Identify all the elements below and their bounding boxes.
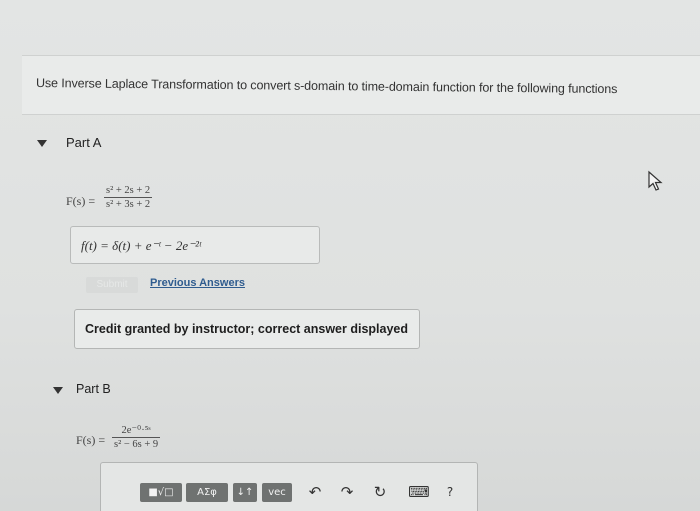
part-b-fraction: 2e⁻⁰·⁵ˢ s² − 6s + 9 [112, 424, 161, 450]
part-a-answer: f(t) = δ(t) + e⁻ᵗ − 2e⁻²ᵗ [81, 238, 202, 253]
greek-symbols-button[interactable]: ΑΣφ [186, 483, 228, 502]
templates-button[interactable]: ■√□ [140, 483, 182, 502]
redo-icon[interactable]: ↷ [338, 483, 356, 502]
instruction-text: Use Inverse Laplace Transformation to co… [35, 76, 618, 97]
part-b-denominator: s² − 6s + 9 [114, 439, 159, 450]
reset-icon[interactable]: ↻ [371, 483, 389, 502]
fraction-bar [112, 437, 161, 438]
part-a-toggle-icon[interactable] [37, 140, 47, 147]
part-b-toggle-icon[interactable] [53, 387, 63, 394]
fraction-bar [104, 197, 153, 198]
subscript-superscript-button[interactable]: ↓↑ [233, 483, 257, 502]
vector-button[interactable]: vec [262, 483, 292, 502]
part-a-denominator: s² + 3s + 2 [106, 199, 151, 210]
keyboard-icon[interactable]: ⌨ [405, 483, 433, 502]
part-a-numerator: s² + 2s + 2 [106, 185, 151, 196]
part-b-title[interactable]: Part B [76, 382, 111, 396]
part-a-fraction: s² + 2s + 2 s² + 3s + 2 [104, 185, 153, 210]
part-b-fs-label: F(s) = [76, 433, 106, 447]
part-a-fs-label: F(s) = [66, 194, 96, 208]
credit-text: Credit granted by instructor; correct an… [85, 322, 408, 336]
previous-answers-link[interactable]: Previous Answers [150, 277, 245, 289]
page: Use Inverse Laplace Transformation to co… [0, 0, 700, 511]
help-button[interactable]: ? [443, 483, 457, 502]
credit-feedback-box: Credit granted by instructor; correct an… [74, 309, 420, 349]
undo-icon[interactable]: ↶ [306, 483, 324, 502]
submit-button: Submit [86, 277, 138, 293]
part-a-answer-box: f(t) = δ(t) + e⁻ᵗ − 2e⁻²ᵗ [70, 226, 320, 264]
part-b-numerator: 2e⁻⁰·⁵ˢ [121, 425, 151, 436]
instruction-panel: Use Inverse Laplace Transformation to co… [22, 55, 700, 115]
mouse-pointer-icon [648, 170, 663, 191]
part-a-title[interactable]: Part A [66, 135, 101, 150]
